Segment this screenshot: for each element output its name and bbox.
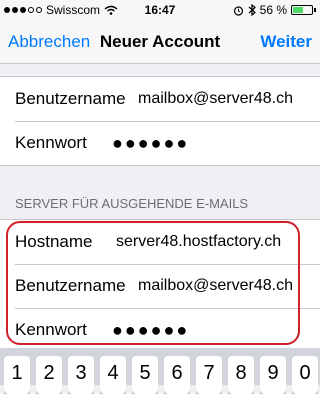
key-1[interactable]: 1 xyxy=(4,356,30,394)
battery-fill xyxy=(293,7,303,13)
battery-icon xyxy=(291,5,313,15)
key-3[interactable]: 3 xyxy=(68,356,94,394)
next-button[interactable]: Weiter xyxy=(260,32,312,52)
battery-percent: 56 % xyxy=(259,3,287,17)
outgoing-server-group: Hostname server48.hostfactory.ch Benutze… xyxy=(0,219,320,353)
incoming-password-row[interactable]: Kennwort ●●●●●● xyxy=(0,121,320,165)
outgoing-password-label: Kennwort xyxy=(15,320,87,339)
incoming-username-label: Benutzername xyxy=(15,89,126,108)
key-0[interactable]: 0 xyxy=(292,356,318,394)
incoming-account-group: Benutzername mailbox@server48.ch Kennwor… xyxy=(0,76,320,166)
key-8[interactable]: 8 xyxy=(228,356,254,394)
outgoing-section-header: SERVER FÜR AUSGEHENDE E-MAILS xyxy=(15,196,249,211)
outgoing-hostname-label: Hostname xyxy=(15,232,93,251)
status-bar: Swisscom 16:47 56 % xyxy=(0,0,320,20)
key-9[interactable]: 9 xyxy=(260,356,286,394)
incoming-password-label: Kennwort xyxy=(15,133,87,152)
key-6[interactable]: 6 xyxy=(164,356,190,394)
key-5[interactable]: 5 xyxy=(132,356,158,394)
key-7[interactable]: 7 xyxy=(196,356,222,394)
outgoing-hostname-field[interactable]: server48.hostfactory.ch xyxy=(116,233,281,251)
keyboard: 1 2 3 4 5 6 7 8 9 0 xyxy=(0,348,320,394)
bluetooth-icon xyxy=(248,4,256,16)
status-bar-right: 56 % xyxy=(233,3,316,17)
key-2[interactable]: 2 xyxy=(36,356,62,394)
outgoing-username-field[interactable]: mailbox@server48.ch xyxy=(138,277,293,295)
outgoing-username-label: Benutzername xyxy=(15,276,126,295)
navigation-bar: Abbrechen Neuer Account Weiter xyxy=(0,20,320,64)
alarm-icon xyxy=(233,5,243,16)
outgoing-hostname-row[interactable]: Hostname server48.hostfactory.ch xyxy=(0,220,320,264)
incoming-username-field[interactable]: mailbox@server48.ch xyxy=(138,90,293,108)
outgoing-password-row[interactable]: Kennwort ●●●●●● xyxy=(0,308,320,352)
incoming-password-field[interactable]: ●●●●●● xyxy=(112,133,189,154)
key-4[interactable]: 4 xyxy=(100,356,126,394)
incoming-username-row[interactable]: Benutzername mailbox@server48.ch xyxy=(0,77,320,121)
outgoing-username-row[interactable]: Benutzername mailbox@server48.ch xyxy=(0,264,320,308)
outgoing-password-field[interactable]: ●●●●●● xyxy=(112,320,189,341)
